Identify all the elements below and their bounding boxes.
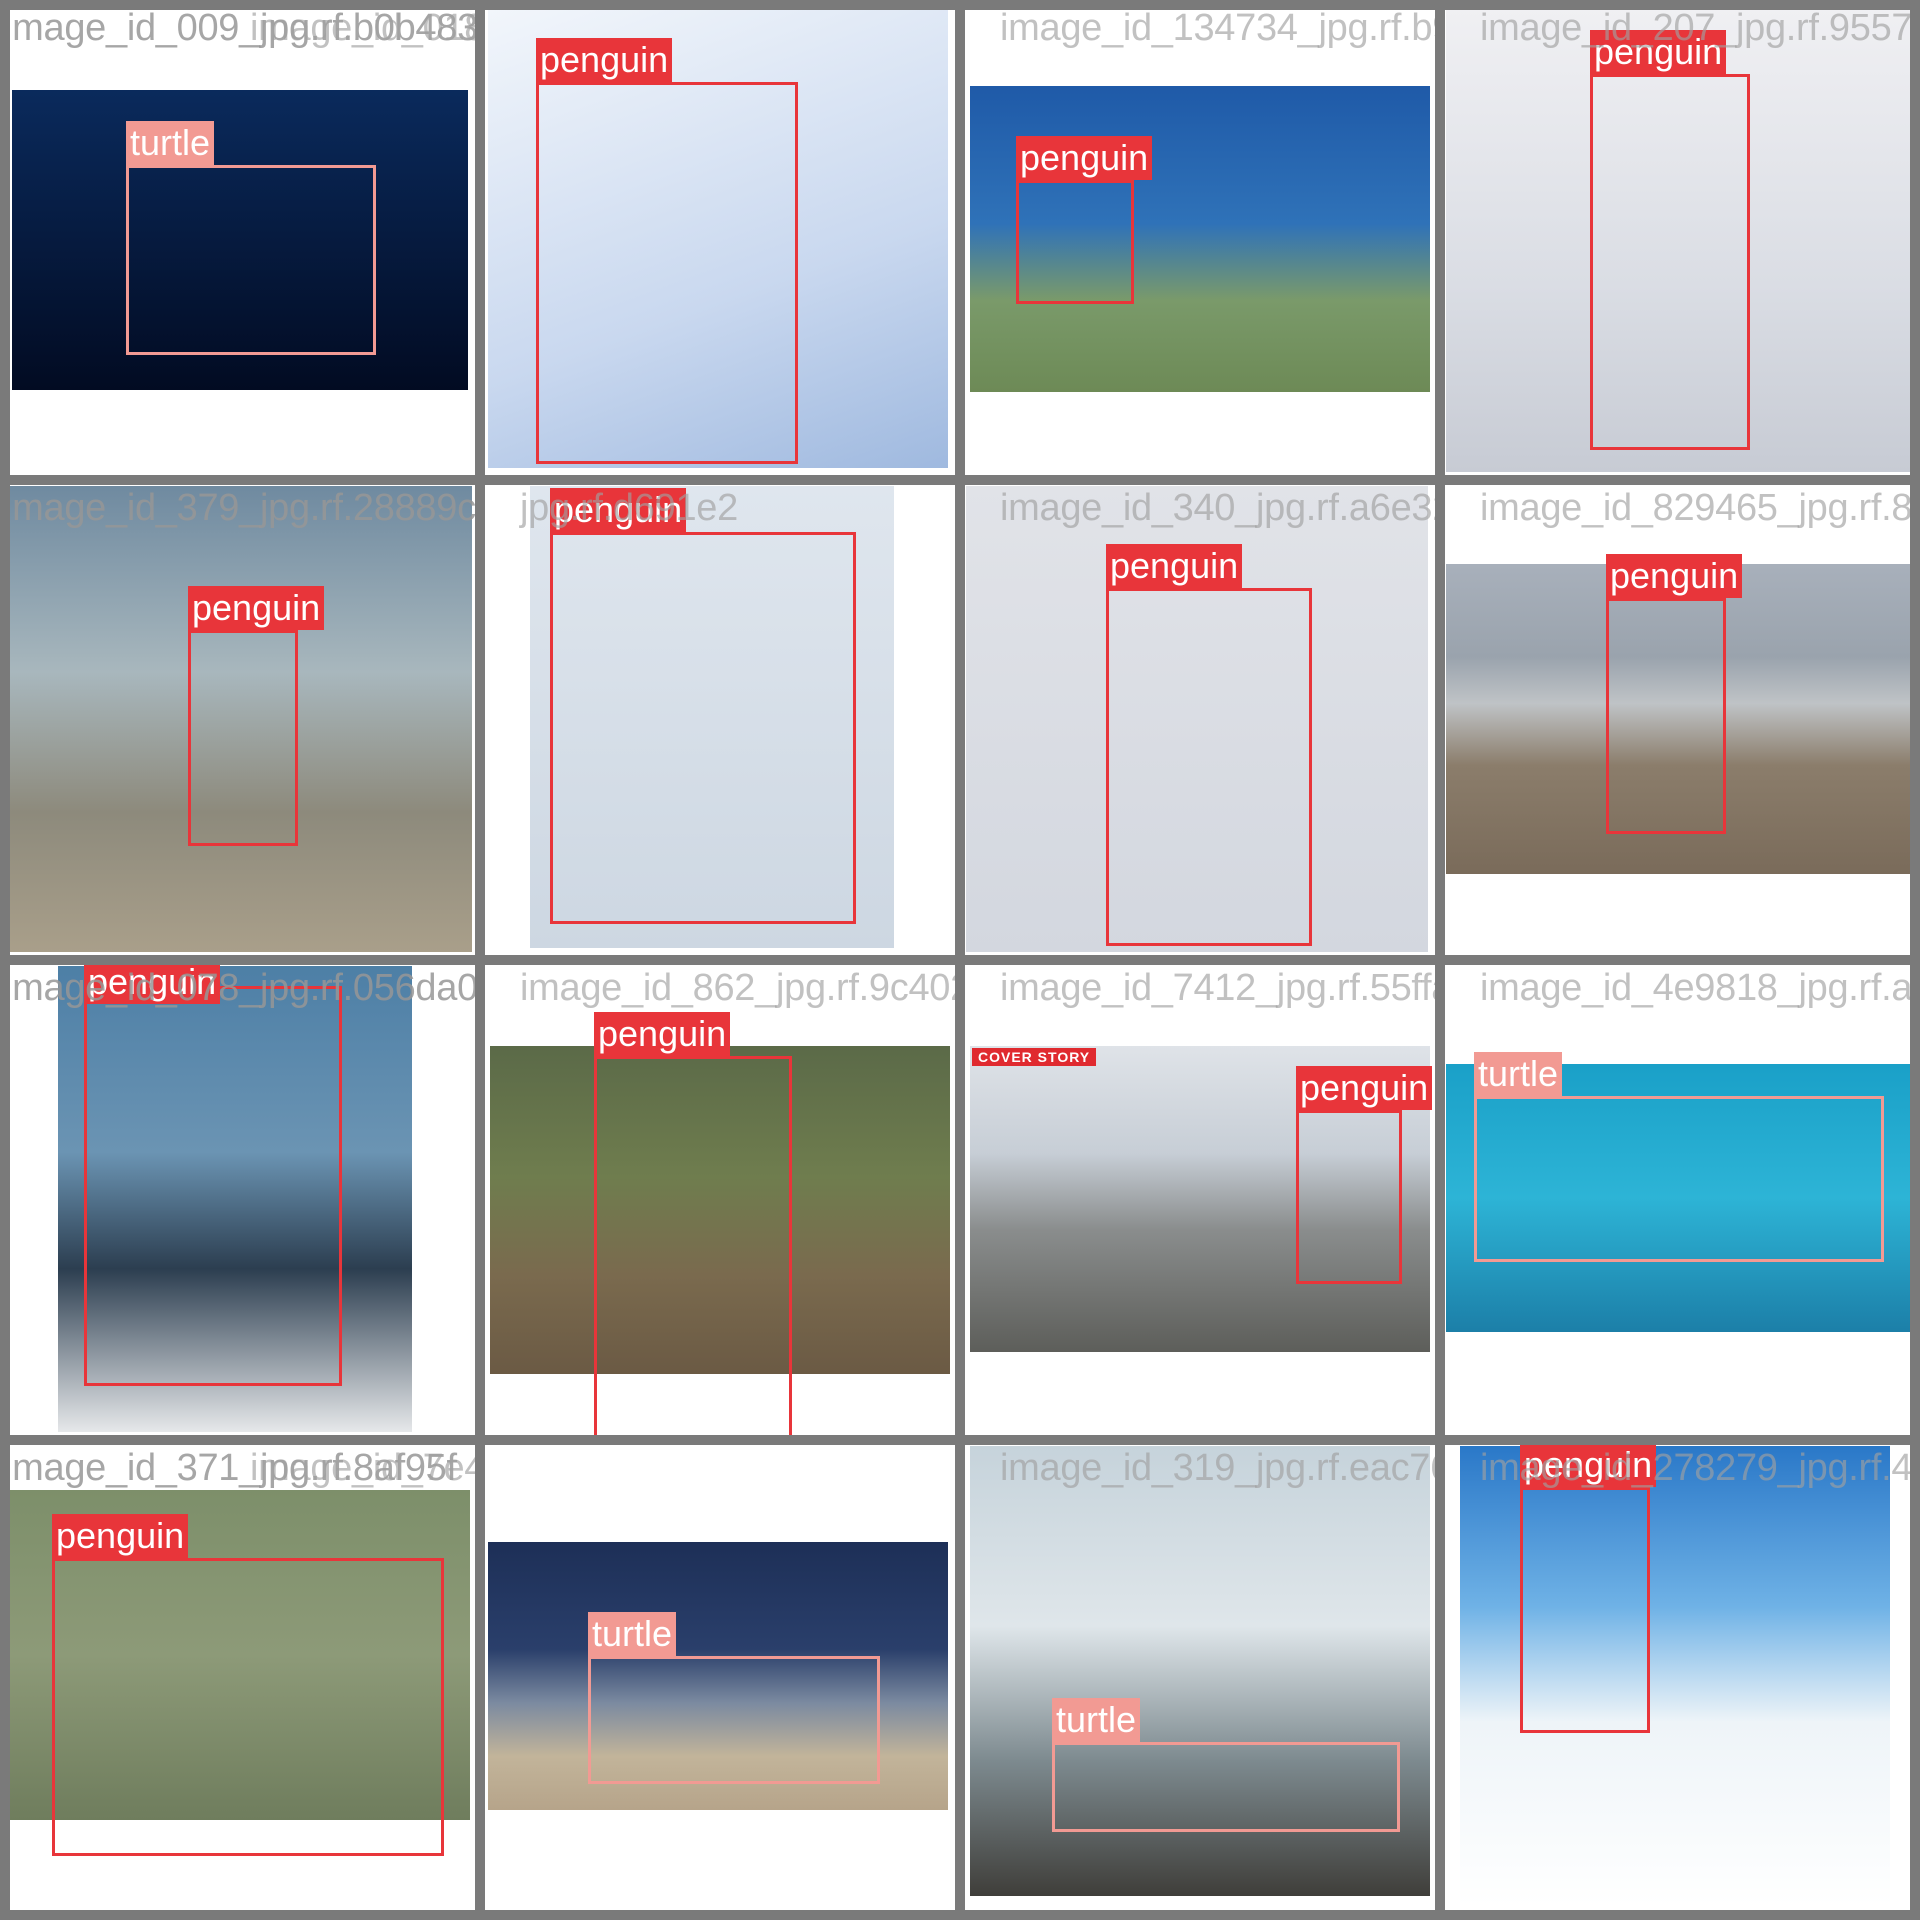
penguin-box-label: penguin [1606,554,1743,598]
penguin-bounding-box [1296,1110,1402,1284]
turtle-box-label: turtle [1052,1698,1141,1742]
filename-caption: image_id_009_jpg.rf.b0b483 [4,7,478,49]
tile-7: penguin image_id_340_jpg.rf.a6e323 [960,480,1440,960]
penguin-bounding-box [52,1558,444,1856]
tile-15: turtle image_id_319_jpg.rf.eac76f [960,1440,1440,1920]
penguin-bounding-box [188,630,298,846]
tile-13: penguin image_id_371_jpg.rf.8af95f image_i… [0,1440,480,1920]
penguin-box-label: penguin [1106,544,1243,588]
tile-4: penguin image_id_207_jpg.rf.95575 [1440,0,1920,480]
penguin-bounding-box [1016,180,1134,304]
tile-8: penguin image_id_829465_jpg.rf.80050f [1440,480,1920,960]
filename-overlap-caption: image_id_7e4554_jpg.rf.c6d85 [250,1447,480,1489]
tile-11: COVER STORY penguin image_id_7412_jpg.rf.5… [960,960,1440,1440]
grid-divider-horizontal [0,1435,1920,1445]
penguin-bounding-box [1106,588,1312,946]
penguin-bounding-box [594,1056,792,1440]
penguin-bounding-box [1520,1487,1650,1733]
tile-5: penguin image_id_379_jpg.rf.28889c [0,480,480,960]
detection-mosaic: turtle image_id_009_jpg.rf.b0b483 image_id… [0,0,1920,1920]
filename-overlap-caption: image_id_4e9818_jpg.rf.a0bafa [1480,967,1920,1009]
tile-16: penguinimage_id_278279_jpg.rf.475797 [1440,1440,1920,1920]
penguin-bounding-box [84,986,342,1386]
turtle-bounding-box [588,1656,880,1784]
tile-3: penguin image_id_134734_jpg.rf.b97a9e [960,0,1440,480]
penguin-box-label: penguin [84,960,221,1004]
turtle-bounding-box [126,165,376,355]
penguin-box-label: penguin [594,1012,731,1056]
penguin-box-label: penguin [1016,136,1153,180]
penguin-box-label: penguin [536,38,673,82]
grid-divider-vertical [1435,0,1445,1920]
penguin-bounding-box [1590,74,1750,450]
turtle-bounding-box [1052,1742,1400,1832]
turtle-box-label: turtle [126,121,215,165]
penguin-bounding-box [1606,598,1726,834]
filename-caption: image_id_371_jpg.rf.8af95f [4,1447,457,1489]
penguin-box-label: penguin [1296,1066,1433,1110]
turtle-bounding-box [1474,1096,1884,1262]
filename-overlap-caption: image_id_829465_jpg.rf.80050f [1480,487,1920,529]
tile-2: penguin [480,0,960,480]
tile-6: penguin jpg.rf.d691e2 [480,480,960,960]
filename-overlap-caption: image_id_862_jpg.rf.9c4025 [520,967,960,1009]
turtle-box-label: turtle [588,1612,677,1656]
penguin-bounding-box [550,532,856,924]
tile-1: turtle image_id_009_jpg.rf.b0b483 image_id… [0,0,480,480]
grid-divider-horizontal [0,955,1920,965]
penguin-bounding-box [536,82,798,464]
grid-divider-horizontal [0,1910,1920,1920]
turtle-box-label: turtle [1474,1052,1563,1096]
penguin-box-label: penguin [1590,30,1727,74]
filename-overlap-caption: image_id_018_jpg.rf.7b7fa84e5d0 [250,7,480,49]
penguin-box-label: penguin [52,1514,189,1558]
penguin-box-label: penguin [188,586,325,630]
filename-overlap-caption: image_id_134734_jpg.rf.b97a9e [1000,7,1440,49]
tile-9: penguin image_id_078_jpg.rf.056da0 [0,960,480,1440]
penguin-box-label: penguin [550,488,687,532]
tile-12: turtle image_id_4e9818_jpg.rf.a0bafa [1440,960,1920,1440]
tile-10: penguin image_id_862_jpg.rf.9c4025 [480,960,960,1440]
grid-divider-vertical [1910,0,1920,1920]
penguin-box-label: penguin [1520,1443,1657,1487]
filename-overlap-caption: image_id_7412_jpg.rf.55ffa1 [1000,967,1440,1009]
tile-14: turtle [480,1440,960,1920]
cover-story-badge: COVER STORY [972,1048,1097,1066]
